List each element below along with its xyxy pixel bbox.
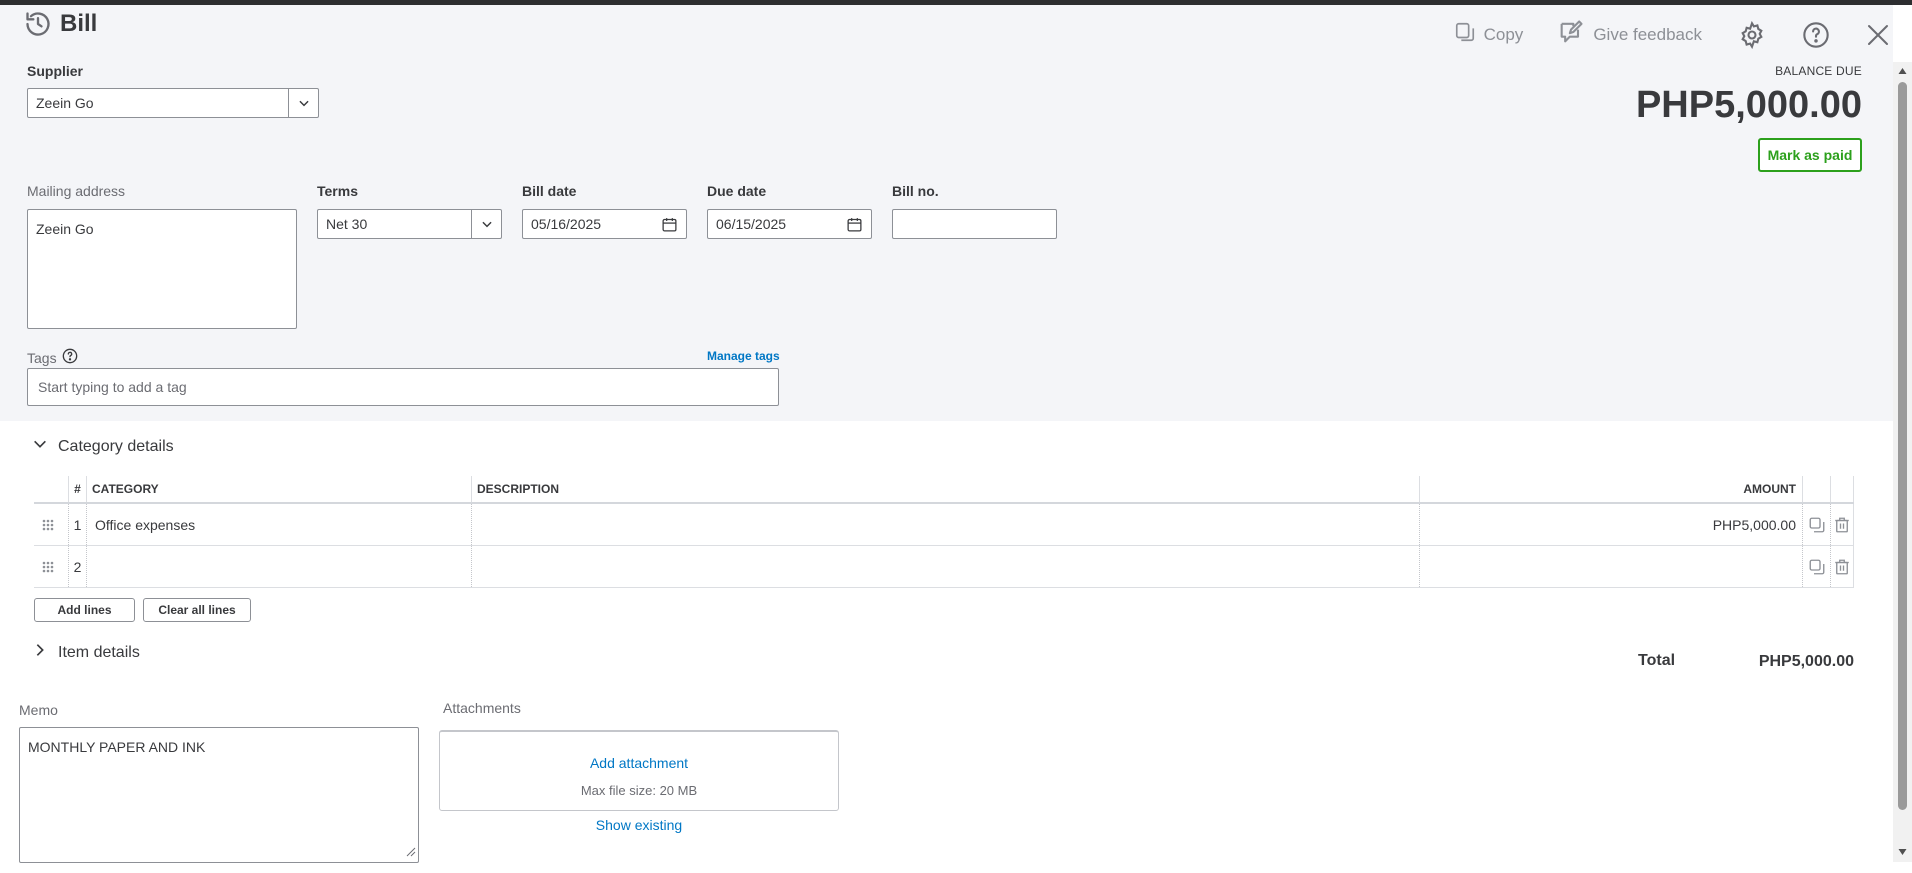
balance-due-amount: PHP5,000.00 [1635,84,1862,126]
due-date-value: 06/15/2025 [716,216,787,232]
duplicate-icon[interactable] [1802,546,1830,587]
feedback-icon [1557,18,1585,51]
col-num: # [68,476,86,502]
scroll-up-icon[interactable] [1898,67,1907,75]
row-num: 2 [68,546,86,587]
copy-label: Copy [1483,24,1524,44]
copy-button[interactable]: Copy [1454,21,1524,48]
tags-label-wrap: Tags [27,348,78,367]
bill-no-field[interactable] [892,209,1057,239]
row-amount[interactable]: PHP5,000.00 [1419,504,1802,545]
balance-due-label: BALANCE DUE [1775,64,1862,78]
item-details-title: Item details [58,643,140,661]
row-description[interactable] [471,504,1419,545]
give-feedback-button[interactable]: Give feedback [1557,18,1702,51]
add-attachment-link[interactable]: Add attachment [440,755,838,771]
total-amount: PHP5,000.00 [1758,653,1854,670]
close-icon[interactable] [1866,23,1890,47]
chevron-down-icon [32,436,48,457]
category-details-title: Category details [58,437,174,455]
tags-label: Tags [27,349,57,366]
duplicate-icon[interactable] [1802,504,1830,545]
page-scrollbar[interactable] [1893,62,1912,862]
row-num: 1 [68,504,86,545]
resize-handle-icon[interactable] [406,844,416,860]
trash-icon[interactable] [1830,546,1854,587]
terms-label: Terms [317,183,358,199]
bill-date-field[interactable]: 05/16/2025 [522,209,687,239]
feedback-label: Give feedback [1593,24,1702,44]
mailing-address-field[interactable]: Zeein Go [27,209,297,329]
memo-value: MONTHLY PAPER AND INK [28,739,206,755]
terms-value: Net 30 [326,216,368,232]
copy-icon [1454,21,1476,48]
due-date-field[interactable]: 06/15/2025 [707,209,872,239]
table-row[interactable]: 1 Office expenses PHP5,000.00 [34,504,1854,546]
bill-no-label: Bill no. [892,183,939,199]
attachments-label: Attachments [443,700,521,716]
col-delete [1830,476,1854,502]
mark-as-paid-button[interactable]: Mark as paid [1758,138,1862,172]
item-details-toggle[interactable]: Item details [32,642,140,663]
col-amount: AMOUNT [1419,476,1802,502]
show-existing-link[interactable]: Show existing [439,817,839,833]
category-table: # CATEGORY DESCRIPTION AMOUNT 1 Office e… [34,476,1854,588]
drag-handle-icon[interactable] [41,560,55,577]
row-category[interactable]: Office expenses [86,504,471,545]
chevron-down-icon[interactable] [288,89,318,117]
col-category: CATEGORY [86,476,471,502]
supplier-value: Zeein Go [36,95,94,111]
calendar-icon[interactable] [661,216,678,236]
bill-date-value: 05/16/2025 [531,216,602,232]
question-circle-icon[interactable] [62,348,78,367]
clear-all-lines-button[interactable]: Clear all lines [143,598,251,622]
header-actions: Copy Give feedback [1420,18,1890,51]
page-title: Bill [60,10,98,37]
help-icon[interactable] [1802,21,1830,49]
memo-field[interactable]: MONTHLY PAPER AND INK [19,727,419,863]
col-description: DESCRIPTION [471,476,1419,502]
bill-date-label: Bill date [522,183,577,199]
title-area: Bill [24,10,97,38]
gear-icon[interactable] [1738,20,1766,49]
scroll-thumb[interactable] [1898,82,1907,810]
scroll-down-icon[interactable] [1898,848,1907,856]
manage-tags-link[interactable]: Manage tags [707,349,780,363]
chevron-right-icon [32,642,48,663]
row-category[interactable] [86,546,471,587]
due-date-label: Due date [707,183,767,199]
memo-label: Memo [19,702,58,718]
history-icon[interactable] [24,10,52,38]
add-lines-button[interactable]: Add lines [34,598,135,622]
row-amount[interactable] [1419,546,1802,587]
max-file-size-text: Max file size: 20 MB [580,783,698,798]
table-row[interactable]: 2 [34,546,1854,588]
calendar-icon[interactable] [846,216,863,236]
supplier-label: Supplier [27,63,84,79]
col-copy [1802,476,1830,502]
chevron-down-icon[interactable] [471,210,501,238]
trash-icon[interactable] [1830,504,1854,545]
table-header: # CATEGORY DESCRIPTION AMOUNT [34,476,1854,504]
row-description[interactable] [471,546,1419,587]
drag-handle-icon[interactable] [41,518,55,535]
supplier-select[interactable]: Zeein Go [27,88,319,118]
terms-select[interactable]: Net 30 [317,209,502,239]
mailing-address-label: Mailing address [27,183,126,199]
category-details-toggle[interactable]: Category details [32,436,174,457]
total-label: Total [1638,652,1676,669]
attachment-dropzone[interactable]: Add attachment Max file size: 20 MB [439,730,839,811]
tags-input[interactable]: Start typing to add a tag [27,368,779,406]
